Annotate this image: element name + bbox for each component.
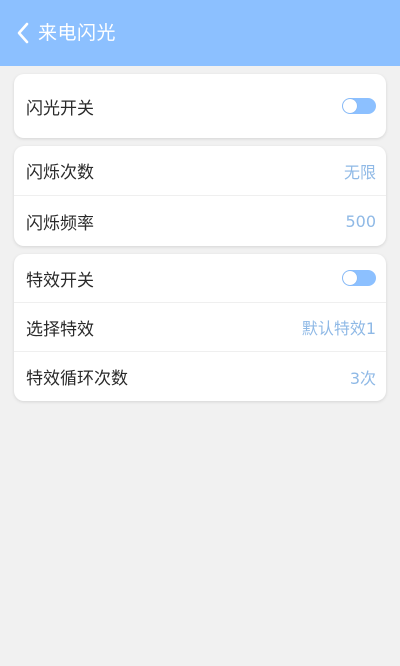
flash-frequency-row[interactable]: 闪烁频率 500 — [14, 196, 386, 246]
page-title: 来电闪光 — [38, 21, 117, 44]
effect-switch-row[interactable]: 特效开关 — [14, 254, 386, 303]
toggle-knob — [343, 99, 357, 113]
effect-loop-label: 特效循环次数 — [26, 369, 128, 389]
flash-toggle[interactable] — [342, 98, 376, 114]
effect-loop-row[interactable]: 特效循环次数 3次 — [14, 352, 386, 401]
flash-frequency-value: 500 — [345, 211, 376, 231]
flash-count-label: 闪烁次数 — [26, 163, 94, 183]
effect-toggle[interactable] — [342, 270, 376, 286]
flash-count-value: 无限 — [343, 162, 376, 182]
effect-switch-label: 特效开关 — [26, 270, 94, 291]
flash-settings-card: 闪烁次数 无限 闪烁频率 500 — [14, 146, 386, 246]
flash-count-row[interactable]: 闪烁次数 无限 — [14, 146, 386, 196]
flash-switch-row[interactable]: 闪光开关 — [14, 74, 386, 138]
select-effect-row[interactable]: 选择特效 默认特效1 — [14, 303, 386, 352]
flash-switch-label: 闪光开关 — [26, 98, 94, 119]
select-effect-value: 默认特效1 — [301, 319, 376, 338]
flash-frequency-label: 闪烁频率 — [26, 213, 94, 234]
effect-card: 特效开关 选择特效 默认特效1 特效循环次数 3次 — [14, 254, 386, 401]
toggle-knob — [343, 271, 357, 285]
back-button[interactable] — [12, 20, 34, 46]
flash-switch-card: 闪光开关 — [14, 74, 386, 138]
chevron-left-icon — [17, 22, 29, 44]
effect-loop-value: 3次 — [349, 368, 376, 388]
app-header: 来电闪光 — [0, 0, 400, 66]
select-effect-label: 选择特效 — [26, 319, 94, 340]
